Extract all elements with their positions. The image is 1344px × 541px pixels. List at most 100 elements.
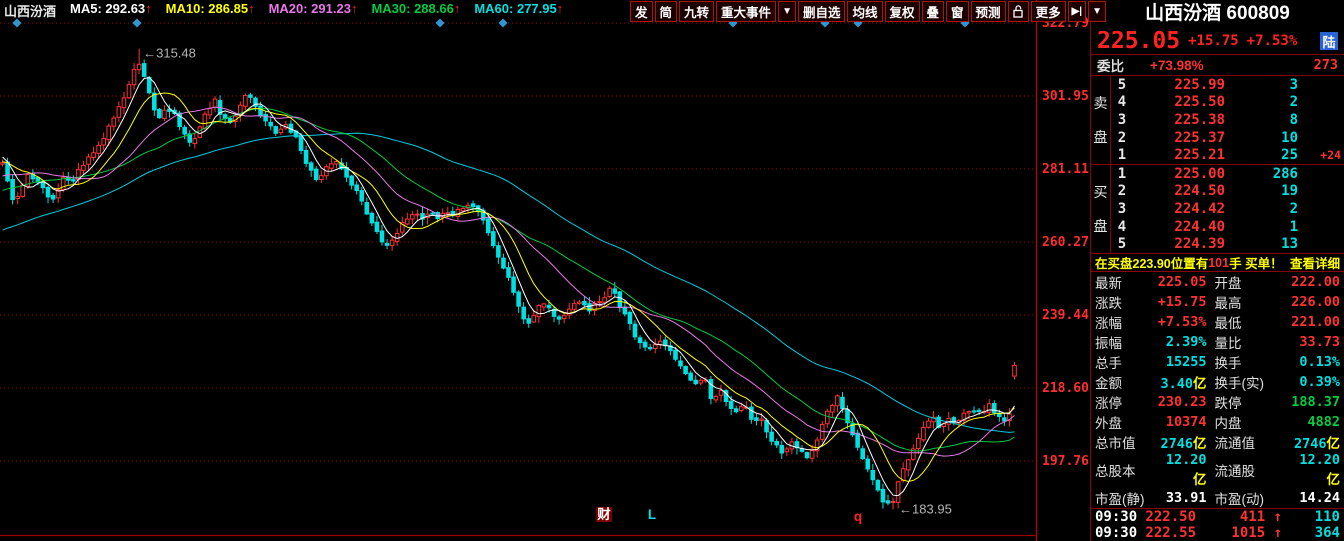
stats-row-2: 涨幅 +7.53% 最低 221.00 [1095,312,1340,332]
remove-watchlist-button[interactable]: 删自选 [797,1,846,22]
view-details-link[interactable]: 查看详细 [1290,253,1340,272]
stat-value: 225.05 [1157,274,1207,290]
stat-value: 10374 [1165,414,1207,430]
ma10-line [2,92,1015,482]
next-page-button[interactable]: ▶| [1067,1,1087,22]
level-number: 4 [1117,218,1127,235]
level-number: 2 [1117,183,1127,200]
stat-value: +7.53% [1157,314,1207,330]
adjust-price-button[interactable]: 复权 [884,1,920,22]
tick-price: 222.50 [1145,509,1196,525]
stats-row-4: 总手 15255 换手 0.13% [1095,352,1340,372]
ask-level-1[interactable]: 1 225.21 25 +24 [1111,146,1344,164]
ma-legend-item-3: MA30: 288.66↑ [371,1,461,16]
ask-level-4[interactable]: 4 225.50 2 [1111,94,1344,112]
stat-value: 226.00 [1291,294,1340,310]
weibi-label: 委比 [1097,59,1124,74]
level-price[interactable]: 224.40 [1133,219,1225,235]
stat-value: 33.73 [1299,334,1340,350]
level-number: 4 [1117,94,1127,111]
dropdown-button[interactable]: ▼ [1088,1,1106,22]
forecast-button[interactable]: 预测 [970,1,1006,22]
notice-text-2: 手 买单！ [1229,257,1283,271]
level-price[interactable]: 225.00 [1133,166,1225,182]
stat-label: 金额 [1095,376,1122,391]
level-price[interactable]: 224.50 [1133,183,1225,199]
panel-header: R 山西汾酒 600809 [1091,0,1344,28]
level-price[interactable]: 224.42 [1133,201,1225,217]
stats-row-0: 最新 225.05 开盘 222.00 [1095,272,1340,292]
chart-stock-label: 山西汾酒 [4,4,57,19]
stat-label: 市盈(动) [1214,492,1265,507]
low-price-annotation: ←183.95 [899,501,952,516]
up-arrow-icon: ↑ [350,1,358,16]
level-volume: 10 [1281,129,1298,146]
window-button[interactable]: 窗 [946,1,969,22]
buy-side-label: 买盘 [1091,165,1111,253]
price-axis-label: 197.76 [1042,453,1089,469]
stats-row-1: 涨跌 +15.75 最高 226.00 [1095,292,1340,312]
jian-button[interactable]: 简 [654,1,678,22]
tick-time: 09:30 [1095,509,1138,525]
level-price[interactable]: 225.38 [1133,112,1225,128]
level-number: 1 [1117,165,1127,182]
stat-value: 15255 [1165,354,1207,370]
nine-turn-button[interactable]: 九转 [679,1,715,22]
ask-level-5[interactable]: 5 225.99 3 [1111,76,1344,94]
ask-level-2[interactable]: 2 225.37 10 [1111,129,1344,147]
tick-queue: 110 [1314,509,1340,525]
price-axis-label: 218.60 [1042,380,1089,396]
sell-side-label: 卖盘 [1091,76,1111,164]
ma-lines-button[interactable]: 均线 [847,1,883,22]
candlestick-chart[interactable]: ←315.48 ←183.95 财 Lq 山西汾酒 MA5: 292.63↑ MA10: … [0,0,1090,541]
lu-stock-connect-badge: 陆 [1320,32,1338,50]
overlay-button[interactable]: 叠 [921,1,945,22]
ma-legend-item-4: MA60: 277.95↑ [474,1,564,16]
weibi-value: +73.98% [1150,57,1204,73]
stat-value: +15.75 [1157,294,1207,310]
ma-legend: 山西汾酒 MA5: 292.63↑ MA10: 286.85↑ MA20: 291.2… [4,1,563,20]
stat-value: 33.91 [1165,490,1207,506]
marker-q[interactable]: q [854,509,862,524]
chart-canvas[interactable]: ←315.48 ←183.95 财 Lq [0,0,1090,541]
marker-L[interactable]: L [648,507,656,522]
bid-level-4[interactable]: 4 224.40 1 [1111,218,1344,236]
stat-label: 振幅 [1095,336,1122,351]
bid-level-3[interactable]: 3 224.42 2 [1111,200,1344,218]
tick-list: 09:30 222.50 411 ↑ 110 09:30 222.55 1015 ↑ 364 [1091,508,1344,541]
level-price[interactable]: 225.50 [1133,94,1225,110]
level-volume: 286 [1272,165,1298,182]
level-extra: +24 [1320,148,1341,163]
ma5-line [2,76,1015,497]
stat-value: 0.13% [1299,354,1340,370]
lock-button[interactable] [1007,1,1029,22]
bid-level-2[interactable]: 2 224.50 19 [1111,183,1344,201]
stat-label: 换手 [1214,356,1242,371]
stats-row-3: 振幅 2.39% 量比 33.73 [1095,332,1340,352]
level-number: 2 [1117,129,1127,146]
major-events-dropdown[interactable]: ▼ [778,1,796,22]
level-volume: 2 [1289,200,1298,217]
level-price[interactable]: 225.99 [1133,77,1225,93]
ma-legend-item-2: MA20: 291.23↑ [268,1,358,16]
more-button[interactable]: 更多 [1030,1,1066,22]
lock-icon [1012,5,1023,18]
level-price[interactable]: 225.21 [1133,147,1225,163]
ma-legend-item-1: MA10: 286.85↑ [165,1,255,16]
stat-value: 230.23 [1157,394,1207,410]
fa-button[interactable]: 发 [630,1,653,22]
stats-row-9: 总股本 12.20亿 流通股 12.20亿 [1095,452,1340,488]
bid-level-5[interactable]: 5 224.39 13 [1111,235,1344,253]
price-row: 225.05 +15.75 +7.53% 陆 [1091,28,1344,54]
level-price[interactable]: 224.39 [1133,236,1225,252]
major-events-button[interactable]: 重大事件 [716,1,777,22]
bid-level-1[interactable]: 1 225.00 286 [1111,165,1344,183]
stock-title: 山西汾酒 600809 [1145,3,1290,24]
stat-label: 市盈(静) [1095,492,1145,507]
level-price[interactable]: 225.37 [1133,130,1225,146]
level-volume: 3 [1289,76,1298,93]
ask-level-3[interactable]: 3 225.38 8 [1111,111,1344,129]
stats-row-5: 金额 3.40亿 换手(实) 0.39% [1095,372,1340,392]
chart-toolbar: 发简九转 重大事件 ▼ 删自选 均线 复权叠窗预测 更多 ▶| ▼ [630,1,1106,22]
marker-cai[interactable]: 财 [596,506,611,522]
